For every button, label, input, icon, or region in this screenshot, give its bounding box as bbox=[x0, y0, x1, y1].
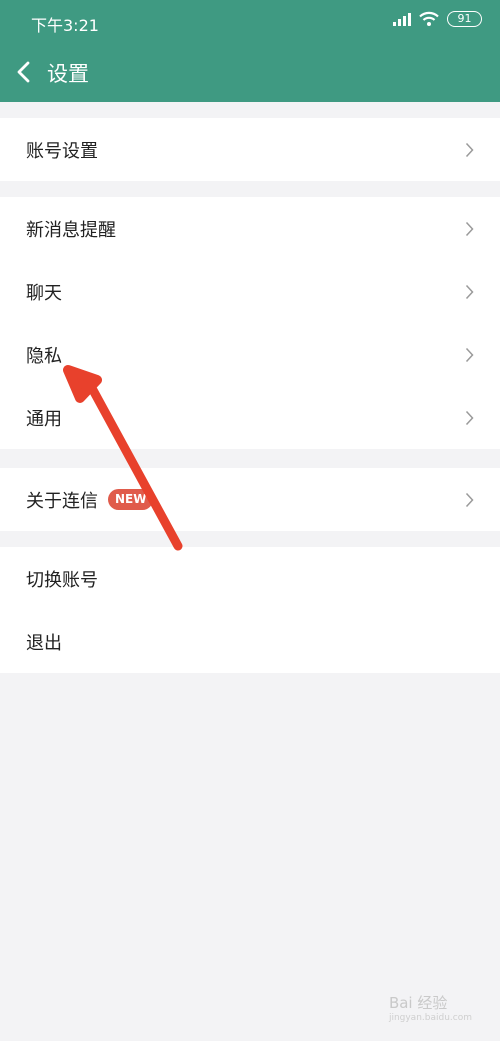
settings-group-about: 关于连信 NEW bbox=[0, 468, 500, 531]
row-label: 聊天 bbox=[26, 283, 62, 304]
row-label: 隐私 bbox=[26, 346, 62, 367]
row-about[interactable]: 关于连信 NEW bbox=[0, 468, 500, 531]
signal-icon bbox=[393, 12, 411, 26]
status-bar: 下午3:21 91 bbox=[0, 0, 500, 42]
row-label: 通用 bbox=[26, 409, 62, 430]
row-label: 账号设置 bbox=[26, 141, 98, 162]
row-logout[interactable]: 退出 bbox=[0, 610, 500, 673]
status-time: 下午3:21 bbox=[31, 16, 99, 35]
watermark-sub: jingyan.baidu.com bbox=[388, 1013, 472, 1023]
chevron-right-icon bbox=[465, 347, 474, 363]
battery-icon: 91 bbox=[447, 11, 482, 27]
chevron-left-icon[interactable] bbox=[12, 59, 36, 85]
watermark-text: Bai 经验 bbox=[388, 994, 448, 1012]
chevron-right-icon bbox=[465, 284, 474, 300]
chevron-right-icon bbox=[465, 410, 474, 426]
status-icons: 91 bbox=[393, 11, 482, 27]
row-new-message-alerts[interactable]: 新消息提醒 bbox=[0, 197, 500, 260]
new-badge: NEW bbox=[108, 489, 154, 510]
row-chat[interactable]: 聊天 bbox=[0, 260, 500, 323]
settings-group-session: 切换账号 退出 bbox=[0, 547, 500, 673]
watermark: Bai 经验 jingyan.baidu.com bbox=[389, 992, 472, 1023]
row-label: 切换账号 bbox=[26, 570, 98, 591]
chevron-right-icon bbox=[465, 142, 474, 158]
wifi-icon bbox=[419, 11, 439, 26]
chevron-right-icon bbox=[465, 221, 474, 237]
row-label: 新消息提醒 bbox=[26, 220, 116, 241]
page-title: 设置 bbox=[47, 62, 89, 86]
row-privacy[interactable]: 隐私 bbox=[0, 323, 500, 386]
chevron-right-icon bbox=[465, 492, 474, 508]
nav-bar: 设置 bbox=[0, 42, 500, 102]
row-label: 退出 bbox=[26, 633, 62, 654]
settings-group-main: 新消息提醒 聊天 隐私 通用 bbox=[0, 197, 500, 449]
row-account-settings[interactable]: 账号设置 bbox=[0, 118, 500, 181]
row-switch-account[interactable]: 切换账号 bbox=[0, 547, 500, 610]
settings-group-account: 账号设置 bbox=[0, 118, 500, 181]
row-label: 关于连信 bbox=[26, 491, 98, 512]
row-general[interactable]: 通用 bbox=[0, 386, 500, 449]
